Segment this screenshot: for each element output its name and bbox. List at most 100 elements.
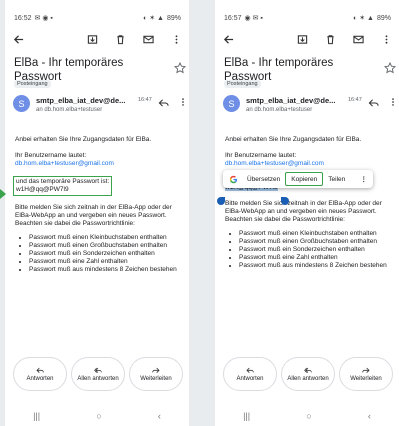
- reply-all-button[interactable]: Allen antworten: [71, 357, 125, 391]
- forward-label: Weiterleiten: [140, 375, 172, 382]
- recents-icon[interactable]: |||: [33, 411, 40, 421]
- sender-name: smtp_elba_iat_dev@de...: [246, 96, 336, 105]
- password-highlight-box: und das temporäre Passwort ist: w1H@qq@P…: [13, 176, 113, 196]
- copy-menu-item[interactable]: Kopieren: [285, 172, 324, 186]
- sent-time: 16:47: [348, 97, 362, 103]
- email-body: Anbei erhalten Sie Ihre Zugangsdaten für…: [225, 136, 393, 270]
- password-rules-list: Passwort muß einen Kleinbuchstaben entha…: [29, 234, 183, 274]
- more-vert-icon[interactable]: [178, 97, 188, 107]
- reply-all-label: Allen antworten: [77, 375, 119, 382]
- more-vert-icon[interactable]: ⋮: [361, 175, 368, 183]
- home-icon[interactable]: ○: [306, 411, 311, 421]
- inbox-label[interactable]: Posteingang: [14, 80, 51, 88]
- system-nav-bar: ||| ○ ‹: [5, 406, 189, 426]
- forward-icon: [152, 367, 160, 373]
- forward-label: Weiterleiten: [350, 375, 382, 382]
- back-icon[interactable]: ‹: [158, 411, 161, 421]
- notification-icon: ✉ ◉ ▪: [34, 15, 53, 22]
- intro-text: Anbei erhalten Sie Ihre Zugangsdaten für…: [15, 136, 152, 143]
- status-time: 16:57: [224, 14, 242, 22]
- system-nav-bar: ||| ○ ‹: [215, 406, 399, 426]
- reply-actions: Antworten Allen antworten Weiterleiten: [223, 357, 393, 393]
- avatar[interactable]: S: [13, 95, 30, 112]
- email-body: Anbei erhalten Sie Ihre Zugangsdaten für…: [13, 136, 183, 274]
- list-item: Passwort muß einen Kleinbuchstaben entha…: [29, 234, 183, 242]
- username-label: Ihr Benutzername lautet:: [15, 152, 87, 159]
- reply-button[interactable]: Antworten: [223, 357, 277, 391]
- recipient-details[interactable]: an db.hom.elba+testuser: [246, 107, 312, 113]
- password-rules-list: Passwort muß einen Kleinbuchstaben entha…: [239, 230, 393, 270]
- list-item: Passwort muß eine Zahl enthalten: [239, 254, 393, 262]
- archive-icon[interactable]: [85, 32, 99, 46]
- sender-name: smtp_elba_iat_dev@de...: [36, 96, 126, 105]
- more-vert-icon[interactable]: [379, 32, 393, 46]
- mark-unread-icon[interactable]: [141, 32, 155, 46]
- reply-label: Antworten: [236, 375, 264, 382]
- reply-all-icon: [94, 367, 102, 373]
- email-toolbar: [221, 30, 393, 48]
- archive-icon[interactable]: [295, 32, 309, 46]
- avatar[interactable]: S: [223, 95, 240, 112]
- selection-handle-end[interactable]: [281, 197, 289, 205]
- forward-icon: [362, 367, 370, 373]
- home-icon[interactable]: ○: [96, 411, 101, 421]
- reply-all-label: Allen antworten: [287, 375, 329, 382]
- back-icon[interactable]: ‹: [368, 411, 371, 421]
- mark-unread-icon[interactable]: [351, 32, 365, 46]
- reply-all-button[interactable]: Allen antworten: [281, 357, 335, 391]
- reply-actions: Antworten Allen antworten Weiterleiten: [13, 357, 183, 393]
- reply-label: Antworten: [26, 375, 54, 382]
- temporary-password[interactable]: w1H@qq@PW7l9: [16, 186, 69, 193]
- reply-all-icon: [304, 367, 312, 373]
- reply-icon: [36, 367, 44, 373]
- sender-row: S smtp_elba_iat_dev@de... 16:47 an db.ho…: [13, 95, 185, 121]
- sender-row: S smtp_elba_iat_dev@de... 16:47 an db.ho…: [223, 95, 395, 121]
- reply-icon: [246, 367, 254, 373]
- list-item: Passwort muß ein Sonderzeichen enthalten: [29, 250, 183, 258]
- phone-screen-right: 16:57 ◉ ✉ ▪ ◐ ✶ ▲ 89% ElBa - Ihr temporä…: [215, 0, 399, 426]
- share-menu-item[interactable]: Teilen: [323, 172, 350, 186]
- list-item: Passwort muß aus mindestens 8 Zeichen be…: [239, 262, 393, 270]
- back-arrow-icon[interactable]: [11, 32, 25, 46]
- forward-button[interactable]: Weiterleiten: [129, 357, 183, 391]
- username-label: Ihr Benutzername lautet:: [225, 152, 297, 159]
- back-arrow-icon[interactable]: [221, 32, 235, 46]
- phone-screen-left: 16:52 ✉ ◉ ▪ ◐ ✶ ▲ 89% ElBa - Ihr temporä…: [5, 0, 189, 426]
- forward-button[interactable]: Weiterleiten: [339, 357, 393, 391]
- signal-icon: ◐ ✶ ▲: [143, 15, 164, 22]
- signal-icon: ◐ ✶ ▲: [353, 15, 374, 22]
- username-link[interactable]: db.hom.elba+testuser@gmail.com: [15, 160, 114, 167]
- notification-icon: ◉ ✉ ▪: [244, 15, 263, 22]
- text-selection-menu: Übersetzen Kopieren Teilen ⋮: [223, 170, 373, 188]
- list-item: Passwort muß einen Kleinbuchstaben entha…: [239, 230, 393, 238]
- status-time: 16:52: [14, 14, 32, 22]
- guidelines-text: Beachten sie dabei die Passwortrichtlini…: [15, 220, 135, 227]
- guidelines-text: Beachten sie dabei die Passwortrichtlini…: [225, 216, 345, 223]
- reply-button[interactable]: Antworten: [13, 357, 67, 391]
- star-icon[interactable]: [384, 62, 396, 74]
- delete-icon[interactable]: [323, 32, 337, 46]
- email-toolbar: [11, 30, 183, 48]
- instructions-text: Bitte melden Sie sich zeitnah in der ElB…: [225, 200, 382, 215]
- star-icon[interactable]: [174, 62, 186, 74]
- reply-icon[interactable]: [158, 97, 169, 108]
- intro-text: Anbei erhalten Sie Ihre Zugangsdaten für…: [225, 136, 362, 143]
- password-label: und das temporäre Passwort ist:: [16, 178, 110, 185]
- list-item: Passwort muß ein Sonderzeichen enthalten: [239, 246, 393, 254]
- list-item: Passwort muß einen Großbuchstaben enthal…: [29, 242, 183, 250]
- status-bar: 16:57 ◉ ✉ ▪ ◐ ✶ ▲ 89%: [224, 12, 391, 24]
- reply-icon[interactable]: [368, 97, 379, 108]
- delete-icon[interactable]: [113, 32, 127, 46]
- google-translate-icon: [229, 175, 238, 183]
- inbox-label[interactable]: Posteingang: [224, 80, 261, 88]
- more-vert-icon[interactable]: [388, 97, 398, 107]
- recipient-details[interactable]: an db.hom.elba+testuser: [36, 107, 102, 113]
- selection-handle-start[interactable]: [217, 197, 225, 205]
- list-item: Passwort muß aus mindestens 8 Zeichen be…: [29, 266, 183, 274]
- more-vert-icon[interactable]: [169, 32, 183, 46]
- battery-level: 89%: [166, 14, 181, 22]
- translate-menu-item[interactable]: Übersetzen: [242, 172, 285, 186]
- list-item: Passwort muß eine Zahl enthalten: [29, 258, 183, 266]
- recents-icon[interactable]: |||: [243, 411, 250, 421]
- username-link[interactable]: db.hom.elba+testuser@gmail.com: [225, 160, 324, 167]
